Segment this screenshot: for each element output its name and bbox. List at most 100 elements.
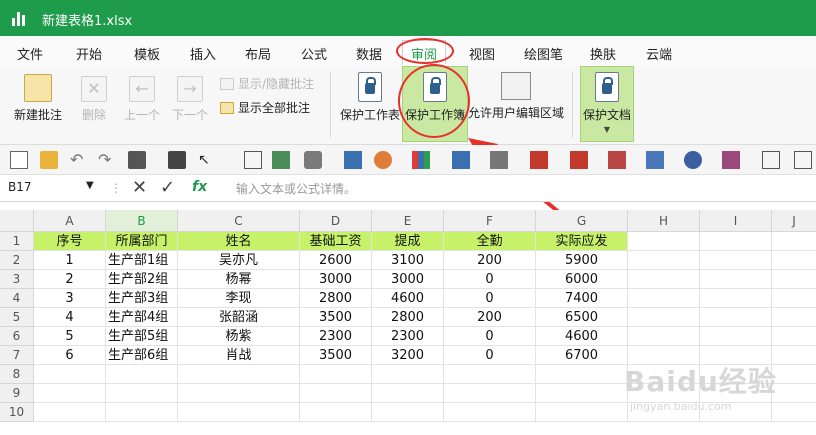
empty-cell[interactable]	[700, 308, 772, 327]
empty-cell[interactable]	[300, 403, 372, 422]
data-cell[interactable]: 200	[444, 308, 536, 327]
data-cell[interactable]: 3500	[300, 346, 372, 365]
menu-skin[interactable]: 换肤	[590, 44, 616, 63]
data-cell[interactable]: 0	[444, 289, 536, 308]
image-icon[interactable]	[272, 151, 290, 169]
menu-review[interactable]: 审阅	[402, 40, 447, 64]
header-cell[interactable]: 序号	[34, 232, 106, 251]
data-cell[interactable]: 生产部5组	[106, 327, 178, 346]
row-header[interactable]: 7	[0, 346, 34, 365]
data-cell[interactable]: 2800	[372, 308, 444, 327]
protect-sheet-button[interactable]: 保护工作表	[338, 72, 402, 123]
table-icon[interactable]	[244, 151, 262, 169]
empty-cell[interactable]	[772, 308, 816, 327]
row-header[interactable]: 8	[0, 365, 34, 384]
column-header[interactable]: F	[444, 210, 536, 232]
data-cell[interactable]: 4	[34, 308, 106, 327]
empty-cell[interactable]	[700, 289, 772, 308]
gear-chart-icon[interactable]	[490, 151, 508, 169]
data-cell[interactable]: 2	[34, 270, 106, 289]
empty-cell[interactable]	[106, 365, 178, 384]
header-cell[interactable]: 所属部门	[106, 232, 178, 251]
fx-icon[interactable]: fx	[192, 179, 207, 195]
empty-cell[interactable]	[106, 384, 178, 403]
column-header[interactable]: G	[536, 210, 628, 232]
data-cell[interactable]: 3100	[372, 251, 444, 270]
header-cell[interactable]: 基础工资	[300, 232, 372, 251]
empty-cell[interactable]	[628, 251, 700, 270]
data-cell[interactable]: 2300	[300, 327, 372, 346]
menu-file[interactable]: 文件	[17, 44, 43, 63]
header-cell[interactable]: 实际应发	[536, 232, 628, 251]
empty-cell[interactable]	[300, 365, 372, 384]
row-header[interactable]: 3	[0, 270, 34, 289]
data-cell[interactable]: 3200	[372, 346, 444, 365]
empty-cell[interactable]	[34, 403, 106, 422]
row-header[interactable]: 1	[0, 232, 34, 251]
menu-draw[interactable]: 绘图笔	[524, 44, 563, 63]
row-header[interactable]: 6	[0, 327, 34, 346]
data-cell[interactable]: 2300	[372, 327, 444, 346]
empty-cell[interactable]	[444, 384, 536, 403]
data-cell[interactable]: 5900	[536, 251, 628, 270]
empty-cell[interactable]	[444, 403, 536, 422]
header-cell[interactable]: 姓名	[178, 232, 300, 251]
pie-chart-icon[interactable]	[684, 151, 702, 169]
empty-cell[interactable]	[178, 365, 300, 384]
column-header[interactable]: J	[772, 210, 816, 232]
header-cell[interactable]: 提成	[372, 232, 444, 251]
empty-cell[interactable]	[536, 384, 628, 403]
data-cell[interactable]: 3000	[300, 270, 372, 289]
empty-cell[interactable]	[372, 365, 444, 384]
bar-chart-icon[interactable]	[412, 151, 430, 169]
column-header[interactable]: B	[106, 210, 178, 232]
empty-cell[interactable]	[536, 403, 628, 422]
data-cell[interactable]: 生产部2组	[106, 270, 178, 289]
protect-workbook-button[interactable]: 保护工作簿	[402, 72, 468, 123]
empty-cell[interactable]	[178, 403, 300, 422]
next-comment-button[interactable]: → 下一个	[168, 76, 212, 123]
data-cell[interactable]: 2600	[300, 251, 372, 270]
empty-cell[interactable]	[106, 403, 178, 422]
data-cell[interactable]: 6700	[536, 346, 628, 365]
data-cell[interactable]: 杨幂	[178, 270, 300, 289]
empty-cell[interactable]	[628, 289, 700, 308]
menu-insert[interactable]: 插入	[190, 44, 216, 63]
empty-cell[interactable]	[772, 251, 816, 270]
empty-cell[interactable]	[772, 232, 816, 251]
data-cell[interactable]: 6500	[536, 308, 628, 327]
formula-input[interactable]: 输入文本或公式详情。	[236, 180, 356, 197]
empty-cell[interactable]	[700, 327, 772, 346]
dot-chart-icon[interactable]	[722, 151, 740, 169]
data-cell[interactable]: 杨紫	[178, 327, 300, 346]
empty-cell[interactable]	[34, 365, 106, 384]
confirm-icon[interactable]: ✓	[160, 177, 175, 198]
row-header[interactable]: 2	[0, 251, 34, 270]
new-comment-button[interactable]: 新建批注	[12, 74, 64, 123]
row-header[interactable]: 9	[0, 384, 34, 403]
column-header[interactable]: E	[372, 210, 444, 232]
data-cell[interactable]: 4600	[536, 327, 628, 346]
column-header[interactable]: D	[300, 210, 372, 232]
empty-cell[interactable]	[772, 327, 816, 346]
save-icon[interactable]	[128, 151, 146, 169]
header-cell[interactable]: 全勤	[444, 232, 536, 251]
radar-chart-icon[interactable]	[570, 151, 588, 169]
empty-cell[interactable]	[628, 270, 700, 289]
empty-cell[interactable]	[34, 384, 106, 403]
menu-layout[interactable]: 布局	[245, 44, 271, 63]
row-header[interactable]: 10	[0, 403, 34, 422]
data-cell[interactable]: 0	[444, 346, 536, 365]
shapes-icon[interactable]	[374, 151, 392, 169]
name-box[interactable]: B17	[8, 180, 32, 194]
data-cell[interactable]: 6000	[536, 270, 628, 289]
camera-icon[interactable]	[304, 151, 322, 169]
data-cell[interactable]: 5	[34, 327, 106, 346]
empty-cell[interactable]	[536, 365, 628, 384]
empty-cell[interactable]	[372, 403, 444, 422]
empty-cell[interactable]	[700, 232, 772, 251]
select-cursor-icon[interactable]: ↖	[198, 151, 216, 169]
data-cell[interactable]: 4600	[372, 289, 444, 308]
data-cell[interactable]: 2800	[300, 289, 372, 308]
data-cell[interactable]: 6	[34, 346, 106, 365]
